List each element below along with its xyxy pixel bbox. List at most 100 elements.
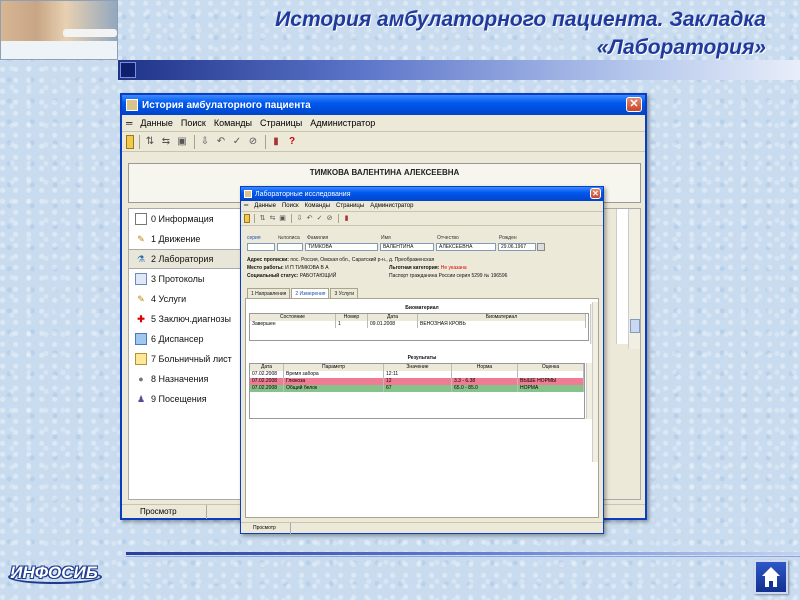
- cell-date: 09.01.2008: [368, 321, 418, 328]
- lab-close-button[interactable]: ✕: [590, 188, 601, 199]
- biomaterial-table: Состояние Номер Дата Биоматериал Заверше…: [249, 313, 589, 341]
- column-header[interactable]: Биоматериал: [418, 314, 586, 321]
- main-close-button[interactable]: ✕: [626, 97, 642, 112]
- arrow-down-icon[interactable]: ⇩: [295, 214, 304, 223]
- filter-icon[interactable]: ⇆: [268, 214, 277, 223]
- policy-field[interactable]: [277, 243, 303, 251]
- toolbar-separator: [139, 134, 140, 149]
- main-window-titlebar[interactable]: История амбулаторного пациента: [122, 95, 645, 115]
- save-icon[interactable]: ▣: [278, 214, 287, 223]
- cell-date: 07.02.2008: [250, 371, 284, 378]
- menu-admin[interactable]: Администратор: [370, 203, 413, 209]
- table-row-norm[interactable]: 07.02.2008 Общий белок 67 65.0 - 85.0 НО…: [250, 385, 584, 392]
- series-field[interactable]: [247, 243, 275, 251]
- undo-icon[interactable]: ↶: [214, 135, 228, 149]
- lab-window-titlebar[interactable]: Лабораторные исследования: [241, 187, 603, 201]
- patronymic-field[interactable]: АЛЕКСЕЕВНА: [436, 243, 496, 251]
- check-icon[interactable]: ✓: [230, 135, 244, 149]
- cell-value: 12:11: [384, 371, 452, 378]
- menu-commands[interactable]: Команды: [305, 203, 330, 209]
- biomaterial-header-row: Состояние Номер Дата Биоматериал: [250, 314, 588, 321]
- nav-label: 4 Услуги: [151, 294, 187, 304]
- toolbar-separator: [265, 134, 266, 149]
- main-content-grid: [616, 209, 628, 344]
- menu-admin[interactable]: Администратор: [310, 118, 375, 128]
- main-menubar: ═ Данные Поиск Команды Страницы Админист…: [122, 115, 645, 132]
- infosib-logo: ИНФОСИБ: [8, 558, 102, 588]
- column-header[interactable]: Дата: [250, 364, 284, 371]
- firstname-label: Имя: [381, 235, 391, 241]
- cell-assessment: НОРМА: [518, 385, 584, 392]
- calendar-dropdown-button[interactable]: [537, 243, 545, 251]
- column-header[interactable]: Состояние: [250, 314, 336, 321]
- column-header[interactable]: Норма: [452, 364, 518, 371]
- menu-system[interactable]: ═: [126, 118, 132, 128]
- lab-tab-content: Биоматериал Состояние Номер Дата Биомате…: [245, 298, 599, 518]
- cell-norm: [452, 371, 518, 378]
- column-header[interactable]: Значение: [384, 364, 452, 371]
- lab-toolbar: ⇅ ⇆ ▣ ⇩ ↶ ✓ ⊘ ▮: [241, 212, 603, 226]
- app-icon: [244, 190, 252, 198]
- menu-pages[interactable]: Страницы: [260, 118, 302, 128]
- lab-flask-icon: ⚗: [136, 254, 146, 264]
- clinic-logo-image: [0, 0, 118, 60]
- door-exit-icon[interactable]: [126, 134, 134, 149]
- dispensary-icon: [135, 333, 147, 345]
- door-exit-icon[interactable]: [244, 214, 250, 223]
- policy-label: №полиса: [278, 235, 300, 241]
- scrollbar-thumb[interactable]: [630, 319, 640, 333]
- work-line: Место работы: И П ТИМКОВА В А: [247, 265, 329, 271]
- menu-commands[interactable]: Команды: [214, 118, 252, 128]
- menu-search[interactable]: Поиск: [181, 118, 206, 128]
- book-icon[interactable]: ▮: [342, 214, 351, 223]
- lastname-label: Фамилия: [307, 235, 329, 241]
- book-icon[interactable]: ▮: [269, 135, 283, 149]
- toolbar-separator: [194, 134, 195, 149]
- sick-leave-icon: [135, 353, 147, 365]
- lastname-field[interactable]: ТИМКОВА: [305, 243, 378, 251]
- save-icon[interactable]: ▣: [175, 135, 189, 149]
- menu-pages[interactable]: Страницы: [336, 203, 364, 209]
- lab-status-mode: Просмотр: [241, 522, 291, 534]
- cancel-icon[interactable]: ⊘: [246, 135, 260, 149]
- series-label: серия: [247, 235, 261, 241]
- main-vertical-scrollbar[interactable]: [628, 209, 640, 349]
- services-icon: ✎: [137, 294, 145, 304]
- sort-icon[interactable]: ⇅: [143, 135, 157, 149]
- menu-data[interactable]: Данные: [254, 203, 276, 209]
- table-row-above-norm[interactable]: 07.02.2008 Глюкоза 12 3.3 - 6.38 ВЫШЕ НО…: [250, 378, 584, 385]
- help-icon[interactable]: ?: [285, 135, 299, 149]
- main-status-mode: Просмотр: [122, 504, 207, 519]
- lab-menubar: ═ Данные Поиск Команды Страницы Админист…: [241, 201, 603, 212]
- born-field[interactable]: 29.06.1967: [498, 243, 536, 251]
- benefit-value: Не указана: [440, 265, 467, 271]
- cancel-icon[interactable]: ⊘: [325, 214, 334, 223]
- cell-status: Завершен: [250, 321, 336, 328]
- menu-data[interactable]: Данные: [140, 118, 173, 128]
- menu-system[interactable]: ═: [244, 203, 248, 209]
- lab-window: Лабораторные исследования ✕ ═ Данные Пои…: [240, 186, 604, 534]
- table-row[interactable]: Завершен 1 09.01.2008 ВЕНОЗНАЯ КРОВЬ: [250, 321, 588, 328]
- movement-icon: ✎: [137, 234, 145, 244]
- arrow-down-icon[interactable]: ⇩: [198, 135, 212, 149]
- column-header[interactable]: Номер: [336, 314, 368, 321]
- column-header[interactable]: Параметр: [284, 364, 384, 371]
- check-icon[interactable]: ✓: [315, 214, 324, 223]
- cell-assessment: ВЫШЕ НОРМЫ: [518, 378, 584, 385]
- table-row[interactable]: 07.02.2008 Время забора 12:11: [250, 371, 584, 378]
- filter-icon[interactable]: ⇆: [159, 135, 173, 149]
- column-header[interactable]: Оценка: [518, 364, 584, 371]
- home-button[interactable]: [754, 560, 788, 594]
- cell-parameter: Общий белок: [284, 385, 384, 392]
- menu-search[interactable]: Поиск: [282, 203, 299, 209]
- patient-name: ТИМКОВА ВАЛЕНТИНА АЛЕКСЕЕВНА: [309, 168, 460, 177]
- content-scrollbar[interactable]: [592, 302, 598, 462]
- cell-norm: 65.0 - 85.0: [452, 385, 518, 392]
- address-label: Адрес прописки:: [247, 257, 289, 263]
- home-icon-door: [769, 581, 773, 587]
- sort-icon[interactable]: ⇅: [258, 214, 267, 223]
- firstname-field[interactable]: ВАЛЕНТИНА: [380, 243, 434, 251]
- column-header[interactable]: Дата: [368, 314, 418, 321]
- undo-icon[interactable]: ↶: [305, 214, 314, 223]
- work-value: И П ТИМКОВА В А: [285, 265, 329, 271]
